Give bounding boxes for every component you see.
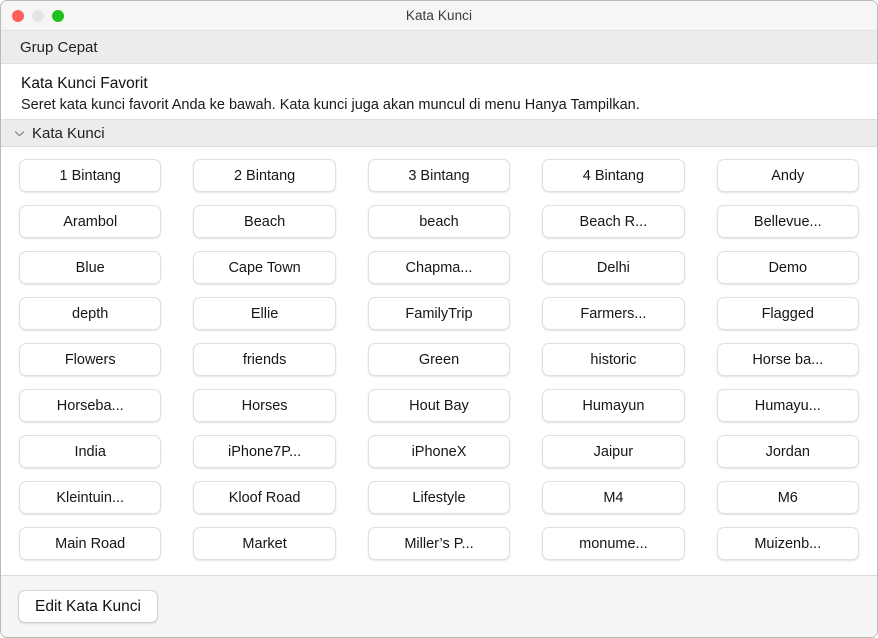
keyword-chip[interactable]: Delhi xyxy=(542,251,685,284)
keyword-chip[interactable]: India xyxy=(19,435,162,468)
keyword-chip[interactable]: Horseba... xyxy=(19,389,162,422)
keyword-chip[interactable]: Flagged xyxy=(716,297,859,330)
chevron-down-icon[interactable] xyxy=(14,128,25,139)
quick-group-header: Grup Cepat xyxy=(1,31,877,64)
keyword-chip[interactable]: Kloof Road xyxy=(193,481,336,514)
keywords-section-header[interactable]: Kata Kunci xyxy=(1,119,877,147)
keyword-chip[interactable]: iPhoneX xyxy=(367,435,511,468)
keyword-chip[interactable]: Beach R... xyxy=(542,205,685,238)
keyword-chip[interactable]: iPhone7P... xyxy=(193,435,336,468)
keyword-chip[interactable]: Farmers... xyxy=(542,297,685,330)
keyword-chip[interactable]: Blue xyxy=(19,251,162,284)
keyword-chip[interactable]: Miller’s P... xyxy=(367,527,511,560)
favorites-description: Seret kata kunci favorit Anda ke bawah. … xyxy=(21,97,640,113)
keyword-chip[interactable]: 4 Bintang xyxy=(542,159,685,192)
keyword-chip[interactable]: Bellevue... xyxy=(716,205,859,238)
keyword-chip[interactable]: Beach xyxy=(193,205,336,238)
keyword-chip[interactable]: FamilyTrip xyxy=(367,297,511,330)
keyword-chip[interactable]: M4 xyxy=(542,481,685,514)
keyword-chip[interactable]: Andy xyxy=(716,159,859,192)
keyword-chip[interactable]: 3 Bintang xyxy=(367,159,511,192)
window-titlebar: Kata Kunci xyxy=(1,1,877,31)
keyword-chip[interactable]: Demo xyxy=(716,251,859,284)
keyword-chip[interactable]: Horse ba... xyxy=(716,343,859,376)
quick-group-label: Grup Cepat xyxy=(20,38,98,56)
keyword-chip[interactable]: historic xyxy=(542,343,685,376)
keyword-chip[interactable]: 1 Bintang xyxy=(19,159,162,192)
keyword-chip[interactable]: Flowers xyxy=(19,343,162,376)
keyword-chip[interactable]: Humayun xyxy=(542,389,685,422)
keyword-chip[interactable]: Lifestyle xyxy=(367,481,511,514)
keyword-chip[interactable]: Hout Bay xyxy=(367,389,511,422)
keyword-chip[interactable]: Ellie xyxy=(193,297,336,330)
keyword-chip[interactable]: depth xyxy=(19,297,162,330)
keyword-chip[interactable]: 2 Bintang xyxy=(193,159,336,192)
keyword-chip[interactable]: Kleintuin... xyxy=(19,481,162,514)
keyword-chip[interactable]: Market xyxy=(193,527,336,560)
edit-keywords-button[interactable]: Edit Kata Kunci xyxy=(18,590,158,623)
keyword-chip[interactable]: M6 xyxy=(716,481,859,514)
minimize-window-button[interactable] xyxy=(32,9,44,22)
keyword-chip[interactable]: Jaipur xyxy=(542,435,685,468)
keyword-chip[interactable]: Horses xyxy=(193,389,336,422)
keyword-chip[interactable]: Cape Town xyxy=(193,251,336,284)
traffic-light-group xyxy=(12,1,64,30)
keyword-chip[interactable]: Jordan xyxy=(716,435,859,468)
keyword-chip[interactable]: Main Road xyxy=(19,527,162,560)
keywords-section-label: Kata Kunci xyxy=(32,124,105,142)
keyword-chip[interactable]: beach xyxy=(367,205,511,238)
keyword-chip[interactable]: monume... xyxy=(542,527,685,560)
keyword-chip[interactable]: Humayu... xyxy=(716,389,859,422)
keyword-chip[interactable]: Chapma... xyxy=(367,251,511,284)
favorites-title: Kata Kunci Favorit xyxy=(21,75,148,92)
favorites-info-block: Kata Kunci Favorit Seret kata kunci favo… xyxy=(1,64,877,119)
keywords-grid: 1 Bintang 2 Bintang 3 Bintang 4 Bintang … xyxy=(19,159,859,560)
close-window-button[interactable] xyxy=(12,9,24,22)
keyword-chip[interactable]: Arambol xyxy=(19,205,162,238)
keywords-window: Kata Kunci Grup Cepat Kata Kunci Favorit… xyxy=(0,0,878,638)
window-title: Kata Kunci xyxy=(405,8,473,23)
maximize-window-button[interactable] xyxy=(52,9,64,22)
keyword-chip[interactable]: Muizenb... xyxy=(716,527,859,560)
bottom-toolbar: Edit Kata Kunci xyxy=(1,575,877,637)
keyword-chip[interactable]: Green xyxy=(367,343,511,376)
keyword-chip[interactable]: friends xyxy=(193,343,336,376)
keywords-scroll-area[interactable]: 1 Bintang 2 Bintang 3 Bintang 4 Bintang … xyxy=(1,147,877,575)
